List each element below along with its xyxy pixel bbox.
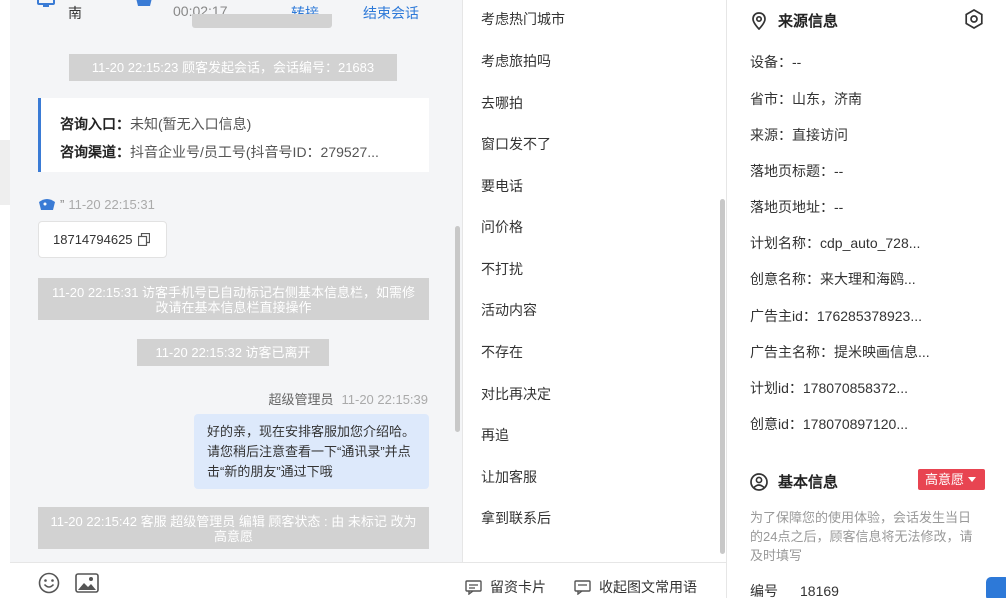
source-row-region: 省市：山东，济南 (750, 91, 862, 107)
channel-label: 咨询渠道： (60, 144, 130, 160)
phrase-item[interactable]: 考虑热门城市 (481, 9, 565, 29)
quick-phrase-panel: 考虑热门城市 考虑旅拍吗 去哪拍 窗口发不了 要电话 问价格 不打扰 活动内容 … (463, 0, 726, 598)
chat-scrollbar[interactable] (455, 226, 460, 432)
edit-notice: 为了保障您的使用体验，会话发生当日的24点之后，顾客信息将无法修改，请及时填写 (750, 510, 973, 563)
collapse-phrases-button[interactable]: 收起图文常用语 (574, 577, 697, 597)
lead-card-button[interactable]: 留资卡片 (465, 577, 546, 597)
source-row-origin: 来源：直接访问 (750, 127, 848, 143)
source-row-advertiser-id: 广告主id：176285378923... (750, 308, 922, 324)
status-badge-label: 高意愿 (925, 472, 965, 487)
phrase-item[interactable]: 窗口发不了 (481, 134, 551, 154)
phrase-item[interactable]: 活动内容 (481, 300, 537, 320)
chat-toolbar (10, 562, 463, 598)
phrase-item[interactable]: 对比再决定 (481, 384, 551, 404)
source-row-landing-title: 落地页标题：-- (750, 163, 844, 179)
user-icon (750, 472, 768, 491)
source-info-header: 来源信息 (750, 10, 838, 31)
copy-icon[interactable] (138, 233, 150, 246)
system-message-session-start: 11-20 22:15:23 顾客发起会话，会话编号：21683 (69, 54, 397, 81)
system-message-phone-marked: 11-20 22:15:31 访客手机号已自动标记右侧基本信息栏，如需修改请在基… (38, 278, 429, 320)
lead-card-label: 留资卡片 (490, 579, 546, 595)
visitor-message-time: 11-20 22:15:31 (68, 196, 155, 212)
left-strip-shade (0, 140, 10, 205)
visitor-info-panel: 来源信息 设备：-- 省市：山东，济南 来源：直接访问 落地页标题：-- 落地页… (726, 0, 1006, 598)
end-session-button[interactable]: 结束会话 (363, 3, 419, 23)
entry-value: 未知(暂无入口信息) (130, 116, 252, 132)
source-info-title: 来源信息 (778, 13, 839, 30)
collapse-phrases-label: 收起图文常用语 (599, 579, 697, 595)
source-row-landing-url: 落地页地址：-- (750, 199, 844, 215)
visitor-name-label: ” (60, 196, 65, 212)
source-row-plan-id: 计划id：178070858372... (750, 380, 908, 396)
source-row-creative-id: 创意id：178070897120... (750, 416, 908, 432)
entry-label: 咨询入口： (60, 116, 130, 132)
phrase-toolbar: 留资卡片 收起图文常用语 (463, 562, 726, 598)
phrase-item[interactable]: 不打扰 (481, 259, 523, 279)
phrase-item[interactable]: 让加客服 (481, 467, 537, 487)
message-icon (574, 579, 591, 595)
phrase-item[interactable]: 拿到联系后 (481, 508, 551, 528)
visitor-id-value: 18169 (800, 583, 839, 598)
location-icon (752, 11, 766, 30)
agent-name: 超级管理员 (268, 392, 334, 407)
phrase-scrollbar[interactable] (720, 199, 725, 554)
computer-icon (37, 0, 55, 7)
card-icon (465, 579, 482, 595)
status-badge[interactable]: 高意愿 (918, 469, 985, 490)
agent-message-meta: 超级管理员 11-20 22:15:39 (268, 389, 428, 408)
source-row-plan-name: 计划名称：cdp_auto_728... (750, 235, 921, 251)
visitor-phone-message: 18714794625 (38, 221, 167, 258)
basic-info-header: 基本信息 (750, 471, 838, 492)
chat-panel: 南 00:02:17 转接 结束会话 11-20 22:15:23 顾客发起会话… (10, 0, 463, 598)
phrase-item[interactable]: 再追 (481, 425, 509, 445)
phrase-item[interactable]: 考虑旅拍吗 (481, 51, 551, 71)
visitor-phone-number: 18714794625 (53, 232, 133, 247)
chevron-down-icon (968, 477, 977, 482)
douyin-icon (136, 0, 152, 6)
entry-info-card: 咨询入口：未知(暂无入口信息) 咨询渠道：抖音企业号/员工号(抖音号ID：279… (38, 98, 429, 172)
source-row-creative-name: 创意名称：来大理和海鸥... (750, 271, 916, 287)
left-strip (0, 0, 10, 598)
phrase-item[interactable]: 去哪拍 (481, 93, 523, 113)
visitor-name: 南 (68, 5, 82, 21)
source-row-advertiser-name: 广告主名称：提米映画信息... (750, 344, 930, 360)
source-row-device: 设备：-- (750, 54, 802, 70)
system-message-status-change: 11-20 22:15:42 客服 超级管理员 编辑 顾客状态 : 由 未标记 … (38, 507, 429, 549)
visitor-id-label: 编号 (750, 583, 778, 598)
phrase-item[interactable]: 要电话 (481, 176, 523, 196)
phrase-item[interactable]: 不存在 (481, 342, 523, 362)
floating-action-button[interactable] (986, 577, 1006, 598)
settings-icon[interactable] (964, 9, 984, 29)
basic-info-title: 基本信息 (778, 474, 839, 491)
system-message-visitor-left: 11-20 22:15:32 访客已离开 (137, 339, 329, 366)
previous-system-message (192, 14, 332, 28)
visitor-message-meta: ” 11-20 22:15:31 (38, 195, 155, 213)
channel-value: 抖音企业号/员工号(抖音号ID：279527... (130, 144, 379, 160)
visitor-avatar-icon (39, 199, 55, 210)
agent-message-bubble: 好的亲，现在安排客服加您介绍哈。请您稍后注意查看一下“通讯录”并点击“新的朋友”… (194, 414, 429, 489)
emoji-icon[interactable] (38, 572, 60, 594)
image-icon[interactable] (75, 572, 99, 594)
visitor-id-row: 编号 18169 (750, 581, 839, 598)
phrase-item[interactable]: 问价格 (481, 217, 523, 237)
agent-message-time: 11-20 22:15:39 (341, 392, 429, 407)
